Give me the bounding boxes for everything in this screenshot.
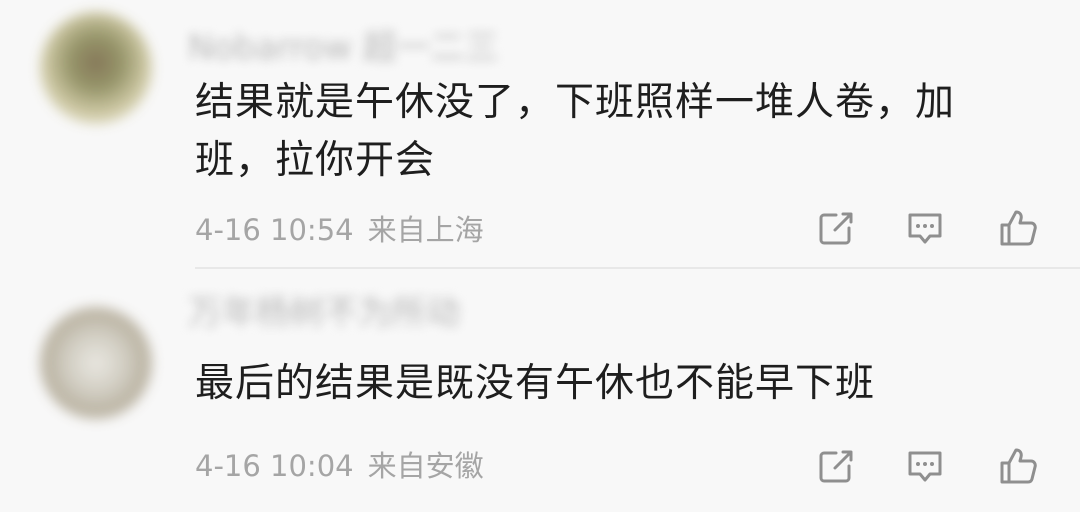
comment-location: 来自上海 [367, 213, 484, 247]
reply-button[interactable] [903, 206, 947, 250]
comment-icon [903, 444, 947, 488]
comment-location: 来自安徽 [367, 449, 484, 483]
reply-button[interactable] [903, 444, 947, 488]
share-icon [814, 206, 858, 250]
like-button[interactable] [996, 206, 1040, 250]
comment-meta: 4-16 10:54 来自上海 [195, 210, 484, 250]
like-button[interactable] [996, 444, 1040, 488]
comment-meta: 4-16 10:04 来自安徽 [195, 446, 484, 486]
avatar[interactable] [40, 12, 152, 124]
username[interactable]: 万年杨树不为所动 [188, 293, 498, 333]
comment-item: 万年杨树不为所动 最后的结果是既没有午休也不能早下班 4-16 10:04 来自安… [0, 269, 1080, 512]
share-button[interactable] [814, 444, 858, 488]
comment-item: Nobarrow 超一二三 结果就是午休没了，下班照样一堆人卷，加班，拉你开会 … [0, 0, 1080, 269]
comment-icon [903, 206, 947, 250]
comment-timestamp: 4-16 10:04 [195, 449, 354, 483]
comment-text: 结果就是午休没了，下班照样一堆人卷，加班，拉你开会 [195, 80, 956, 183]
thumbs-up-icon [996, 206, 1040, 250]
share-button[interactable] [814, 206, 858, 250]
share-icon [814, 444, 858, 488]
comment-text: 最后的结果是既没有午休也不能早下班 [195, 361, 876, 406]
username[interactable]: Nobarrow 超一二三 [188, 28, 558, 68]
comment-feed: Nobarrow 超一二三 结果就是午休没了，下班照样一堆人卷，加班，拉你开会 … [0, 0, 1080, 512]
comment-timestamp: 4-16 10:54 [195, 213, 354, 247]
thumbs-up-icon [996, 444, 1040, 488]
avatar[interactable] [40, 307, 152, 419]
